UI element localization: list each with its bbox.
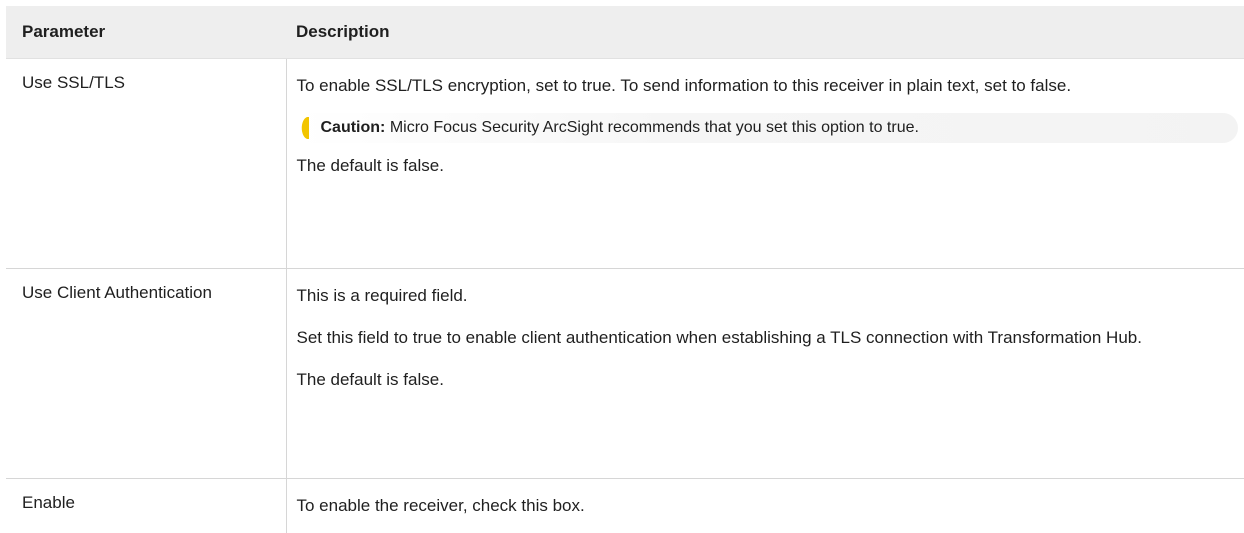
caution-bracket-icon [297, 116, 309, 140]
parameter-cell-enable: Enable [6, 479, 286, 533]
header-row: Parameter Description [6, 6, 1244, 59]
parameter-cell-ssl: Use SSL/TLS [6, 59, 286, 269]
header-parameter: Parameter [6, 6, 286, 59]
description-text: To enable SSL/TLS encryption, set to tru… [297, 71, 1239, 101]
caution-text: Micro Focus Security ArcSight recommends… [385, 119, 919, 136]
header-description: Description [286, 6, 1244, 59]
default-text: The default is false. [297, 365, 1239, 395]
caution-note: Caution: Micro Focus Security ArcSight r… [297, 113, 1239, 143]
description-text: To enable the receiver, check this box. [297, 491, 1239, 521]
parameter-table: Parameter Description Use SSL/TLS To ena… [6, 6, 1244, 533]
description-cell-client-auth: This is a required field. Set this field… [286, 269, 1244, 479]
table-header: Parameter Description [6, 6, 1244, 59]
table-row: Use SSL/TLS To enable SSL/TLS encryption… [6, 59, 1244, 269]
default-text: The default is false. [297, 151, 1239, 181]
description-text: This is a required field. [297, 281, 1239, 311]
table-row: Use Client Authentication This is a requ… [6, 269, 1244, 479]
caution-label: Caution: [321, 119, 386, 136]
description-text: Set this field to true to enable client … [297, 323, 1239, 353]
parameter-cell-client-auth: Use Client Authentication [6, 269, 286, 479]
description-cell-enable: To enable the receiver, check this box. [286, 479, 1244, 533]
table-row: Enable To enable the receiver, check thi… [6, 479, 1244, 533]
description-cell-ssl: To enable SSL/TLS encryption, set to tru… [286, 59, 1244, 269]
